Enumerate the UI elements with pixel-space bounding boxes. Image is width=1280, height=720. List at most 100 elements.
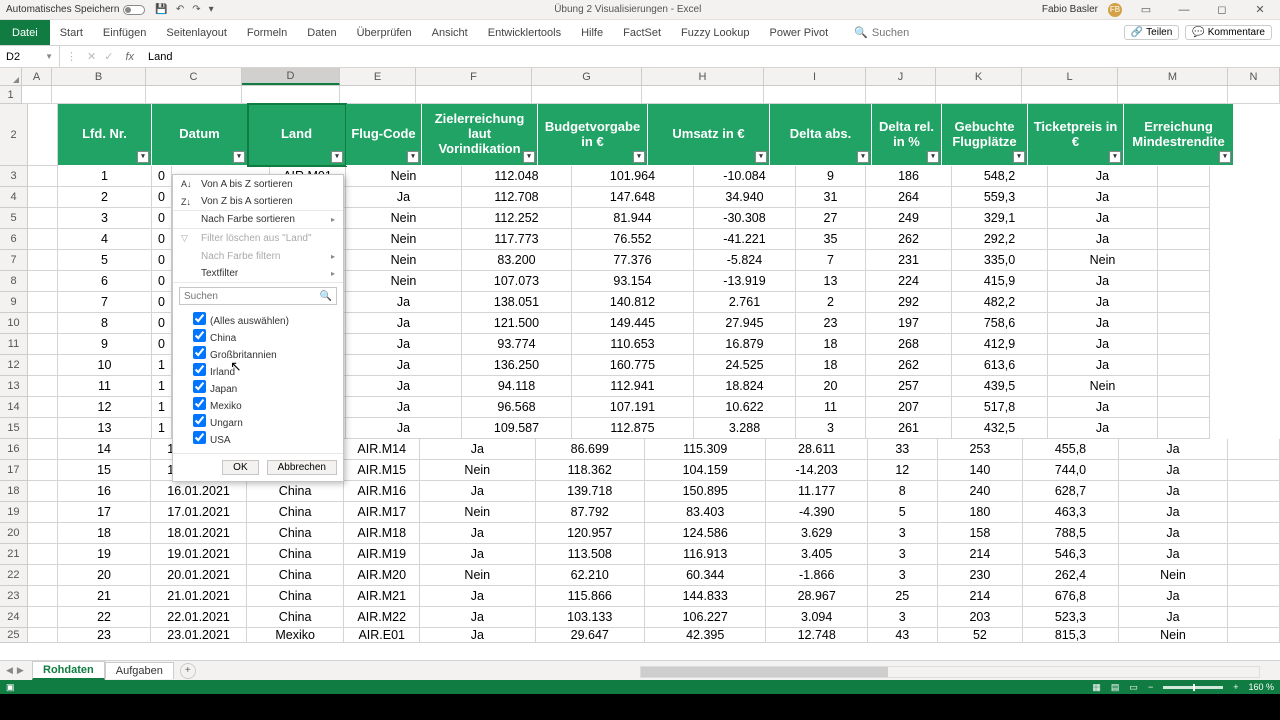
row-header[interactable]: 10 xyxy=(0,313,28,334)
record-macro-icon[interactable]: ▣ xyxy=(6,682,15,693)
cell[interactable]: 11 xyxy=(796,397,866,418)
cell[interactable]: 20 xyxy=(58,565,152,586)
cell[interactable]: 517,8 xyxy=(952,397,1048,418)
cell[interactable] xyxy=(28,208,58,229)
filter-button[interactable]: ▾ xyxy=(633,151,645,163)
cell[interactable] xyxy=(936,86,1022,104)
cell[interactable] xyxy=(22,86,52,104)
cell[interactable]: Ja xyxy=(346,355,462,376)
cell[interactable] xyxy=(28,439,58,460)
cell[interactable] xyxy=(28,628,58,643)
ribbon-tab-überprüfen[interactable]: Überprüfen xyxy=(347,27,422,39)
horizontal-scrollbar[interactable] xyxy=(640,666,1260,678)
cell[interactable] xyxy=(642,86,764,104)
column-header-E[interactable]: E xyxy=(340,68,416,85)
cell[interactable]: 19 xyxy=(58,544,152,565)
cell[interactable]: 112.875 xyxy=(572,418,694,439)
cell[interactable]: Ja xyxy=(1048,397,1158,418)
page-break-icon[interactable]: ▭ xyxy=(1129,682,1138,693)
filter-button[interactable]: ▾ xyxy=(1109,151,1121,163)
cell[interactable]: 28.967 xyxy=(766,586,868,607)
cell[interactable]: 29.647 xyxy=(536,628,645,643)
column-header-I[interactable]: I xyxy=(764,68,866,85)
formula-input[interactable] xyxy=(148,51,1274,63)
filter-button[interactable]: ▾ xyxy=(927,151,939,163)
cell[interactable]: AIR.M15 xyxy=(344,460,420,481)
row-header[interactable]: 14 xyxy=(0,397,28,418)
row-header[interactable]: 18 xyxy=(0,481,28,502)
cell[interactable]: 77.376 xyxy=(572,250,694,271)
cell[interactable]: Mexiko xyxy=(247,628,345,643)
cell[interactable]: 121.500 xyxy=(462,313,572,334)
cell[interactable]: China xyxy=(247,523,345,544)
cell[interactable] xyxy=(1228,86,1280,104)
cell[interactable]: Ja xyxy=(420,544,535,565)
cell[interactable] xyxy=(28,166,58,187)
cell[interactable]: 17 xyxy=(58,502,152,523)
cell[interactable]: 0 xyxy=(152,229,172,250)
cell[interactable]: 455,8 xyxy=(1023,439,1119,460)
cell[interactable]: 109.587 xyxy=(462,418,572,439)
undo-icon[interactable]: ↶ xyxy=(176,4,184,15)
cell[interactable]: Ja xyxy=(1119,586,1228,607)
cell[interactable] xyxy=(242,86,340,104)
cell[interactable]: 3 xyxy=(868,607,938,628)
cell[interactable]: 22 xyxy=(58,607,152,628)
save-icon[interactable]: 💾 xyxy=(155,4,167,15)
cell[interactable]: 1 xyxy=(152,376,172,397)
cell[interactable]: 329,1 xyxy=(952,208,1048,229)
cell[interactable]: 81.944 xyxy=(572,208,694,229)
row-header[interactable]: 15 xyxy=(0,418,28,439)
column-header-J[interactable]: J xyxy=(866,68,936,85)
cell[interactable]: 203 xyxy=(938,607,1024,628)
cell[interactable]: 10.622 xyxy=(694,397,796,418)
cell[interactable]: 124.586 xyxy=(645,523,766,544)
cell[interactable]: 439,5 xyxy=(952,376,1048,397)
ribbon-tab-seitenlayout[interactable]: Seitenlayout xyxy=(156,27,237,39)
cell[interactable]: 104.159 xyxy=(645,460,766,481)
column-header-K[interactable]: K xyxy=(936,68,1022,85)
filter-button[interactable]: ▾ xyxy=(233,151,245,163)
cell[interactable]: Nein xyxy=(346,166,462,187)
cell[interactable]: 35 xyxy=(796,229,866,250)
filter-cancel-button[interactable]: Abbrechen xyxy=(267,460,337,475)
cell[interactable]: 16.01.2021 xyxy=(151,481,247,502)
cell[interactable]: 18 xyxy=(58,523,152,544)
cell[interactable]: AIR.M14 xyxy=(344,439,420,460)
cell[interactable]: 788,5 xyxy=(1023,523,1119,544)
cell[interactable] xyxy=(146,86,242,104)
cell[interactable]: 149.445 xyxy=(572,313,694,334)
cell[interactable]: Ja xyxy=(1048,229,1158,250)
cell[interactable] xyxy=(28,502,58,523)
zoom-in-icon[interactable]: + xyxy=(1233,682,1238,692)
cell[interactable]: 3.405 xyxy=(766,544,868,565)
cell[interactable] xyxy=(28,397,58,418)
cell[interactable]: 34.940 xyxy=(694,187,796,208)
cell[interactable]: 628,7 xyxy=(1023,481,1119,502)
cell[interactable]: 3.094 xyxy=(766,607,868,628)
cell[interactable]: 186 xyxy=(866,166,952,187)
cell[interactable]: 214 xyxy=(938,586,1024,607)
cell[interactable]: 31 xyxy=(796,187,866,208)
cell[interactable]: Ja xyxy=(346,187,462,208)
cell[interactable] xyxy=(1228,502,1280,523)
cell[interactable]: 22.01.2021 xyxy=(151,607,247,628)
cell[interactable]: 0 xyxy=(152,313,172,334)
redo-icon[interactable]: ↷ xyxy=(192,4,200,15)
cell[interactable]: 5 xyxy=(868,502,938,523)
cell[interactable] xyxy=(1228,586,1280,607)
cell[interactable]: 86.699 xyxy=(536,439,645,460)
row-header[interactable]: 2 xyxy=(0,104,28,166)
cell[interactable]: 33 xyxy=(868,439,938,460)
sort-za[interactable]: Z↓Von Z bis A sortieren xyxy=(173,193,343,211)
cell[interactable]: 112.048 xyxy=(462,166,572,187)
cell[interactable] xyxy=(1158,271,1210,292)
cell[interactable]: -5.824 xyxy=(694,250,796,271)
cell[interactable]: 12 xyxy=(58,397,152,418)
cell[interactable]: 0 xyxy=(152,187,172,208)
cell[interactable]: 1 xyxy=(152,397,172,418)
ribbon-tab-fuzzy lookup[interactable]: Fuzzy Lookup xyxy=(671,27,759,39)
cell[interactable]: 23 xyxy=(58,628,152,643)
cell[interactable]: 24.525 xyxy=(694,355,796,376)
ribbon-tab-start[interactable]: Start xyxy=(50,27,93,39)
